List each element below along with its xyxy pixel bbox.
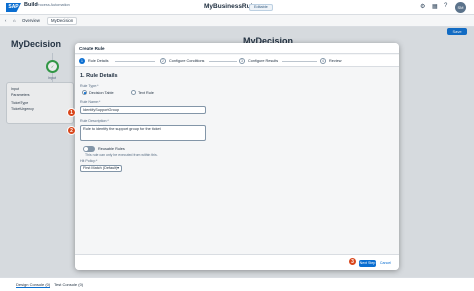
sap-logo[interactable]: SAP bbox=[6, 3, 21, 12]
tab-design-console[interactable]: Design Console (0) bbox=[16, 282, 51, 288]
tab-overview[interactable]: Overview bbox=[22, 17, 40, 25]
reusable-hint: This rule can only be executed from with… bbox=[85, 153, 158, 157]
annotation-badge: 2 bbox=[67, 126, 76, 135]
reusable-toggle[interactable] bbox=[83, 146, 95, 152]
rule-name-label: Rule Name:* bbox=[80, 100, 101, 104]
tab-test-console[interactable]: Test Console (0) bbox=[54, 282, 83, 287]
step-label: Rule Details bbox=[88, 59, 109, 63]
step-connector bbox=[282, 61, 317, 62]
rule-description-input[interactable]: Rule to identify the support group for t… bbox=[80, 125, 206, 141]
dialog-header: Create Rule bbox=[75, 43, 399, 54]
chevron-down-icon: ▾ bbox=[117, 166, 119, 170]
tab-strip: ‹ ⌂ Overview MyDecision bbox=[0, 15, 474, 27]
annotation-badge: 3 bbox=[348, 257, 357, 266]
rule-name-input[interactable]: IdentifySupportGroup bbox=[80, 106, 206, 114]
brand-subtitle: Process Automation bbox=[36, 3, 70, 7]
create-rule-dialog: Create Rule 1 Rule Details 2 Configure C… bbox=[75, 43, 399, 270]
tab-mydecision[interactable]: MyDecision bbox=[47, 17, 78, 25]
step-label: Configure Conditions bbox=[169, 59, 205, 63]
hit-policy-select[interactable]: First Match (Default) ▾ bbox=[80, 165, 122, 172]
status-badge: Editable bbox=[249, 3, 273, 11]
radio-decision-table-label: Decision Table bbox=[89, 90, 114, 95]
step-label: Review bbox=[329, 59, 342, 63]
settings-icon[interactable]: ⚙ bbox=[420, 3, 425, 10]
section-title: 1. Rule Details bbox=[80, 73, 118, 79]
step-number: 2 bbox=[160, 58, 166, 64]
radio-text-rule[interactable] bbox=[131, 90, 136, 95]
hit-policy-value: First Match (Default) bbox=[83, 166, 118, 170]
rule-description-label: Rule Description:* bbox=[80, 119, 109, 123]
shell-bar: SAP Build Process Automation MyBusinessR… bbox=[0, 0, 474, 15]
grid-icon[interactable]: ▦ bbox=[432, 3, 438, 10]
rule-type-label: Rule Type:* bbox=[80, 84, 99, 88]
home-icon[interactable]: ⌂ bbox=[13, 17, 16, 25]
step-number: 3 bbox=[239, 58, 245, 64]
radio-text-rule-label: Text Rule bbox=[138, 90, 154, 95]
hit-policy-label: Hit Policy:* bbox=[80, 159, 98, 163]
cancel-button[interactable]: Cancel bbox=[378, 260, 393, 267]
radio-decision-table[interactable] bbox=[82, 90, 87, 95]
wizard-steps: 1 Rule Details 2 Configure Conditions 3 … bbox=[75, 55, 399, 67]
help-icon[interactable]: ? bbox=[444, 3, 447, 9]
dialog-title: Create Rule bbox=[79, 46, 105, 51]
rule-details-form: 1. Rule Details Rule Type:* Decision Tab… bbox=[80, 73, 394, 249]
step-connector bbox=[209, 61, 237, 62]
step-connector bbox=[115, 61, 155, 62]
next-step-button[interactable]: Next Step bbox=[359, 260, 376, 267]
back-icon[interactable]: ‹ bbox=[5, 17, 6, 25]
avatar[interactable]: SM bbox=[455, 2, 466, 13]
step-number: 1 bbox=[79, 58, 85, 64]
reusable-toggle-label: Reusable Rules bbox=[98, 147, 125, 151]
annotation-badge: 1 bbox=[67, 108, 76, 117]
step-number: 4 bbox=[320, 58, 326, 64]
console-bar: Design Console (0) Test Console (0) bbox=[0, 277, 474, 291]
step-label: Configure Results bbox=[248, 59, 279, 63]
